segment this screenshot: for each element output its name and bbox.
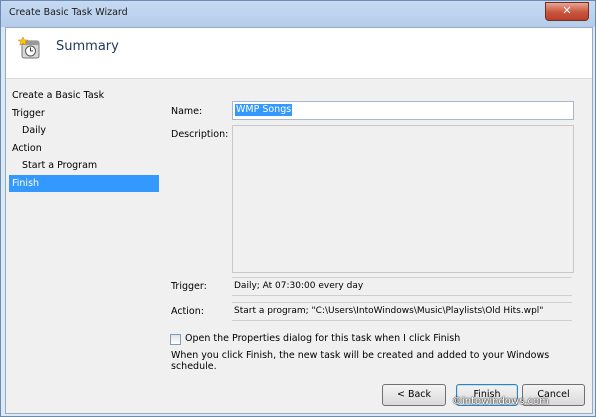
- step-label: Finish: [12, 177, 40, 189]
- task-scheduler-icon: [18, 36, 40, 59]
- step-trigger[interactable]: Trigger: [6, 105, 166, 123]
- action-field: Start a program; "C:\Users\IntoWindows\M…: [232, 302, 572, 321]
- back-button-label: < Back: [396, 389, 432, 400]
- trigger-value: Daily; At 07:30:00 every day: [234, 281, 364, 291]
- trigger-field: Daily; At 07:30:00 every day: [232, 277, 572, 296]
- description-field[interactable]: [232, 125, 574, 273]
- wizard-client-area: Summary Create a Basic Task Trigger Dail…: [5, 27, 593, 414]
- action-label: Action:: [171, 306, 204, 317]
- close-icon: ✕: [562, 4, 572, 17]
- action-value: Start a program; "C:\Users\IntoWindows\M…: [234, 306, 544, 316]
- name-label: Name:: [171, 106, 203, 117]
- page-title: Summary: [56, 39, 119, 54]
- step-label: Action: [12, 142, 42, 154]
- trigger-label: Trigger:: [171, 281, 207, 292]
- wizard-window: Create Basic Task Wizard ✕ Summary Creat…: [0, 0, 596, 417]
- step-daily[interactable]: Daily: [6, 122, 166, 140]
- step-start-a-program[interactable]: Start a Program: [6, 157, 166, 175]
- name-value: WMP Songs: [235, 104, 293, 116]
- watermark: ©intowindows.com: [452, 396, 549, 407]
- back-button[interactable]: < Back: [382, 384, 446, 406]
- step-label: Create a Basic Task: [12, 90, 105, 101]
- open-properties-checkbox[interactable]: [170, 334, 181, 345]
- description-label: Description:: [171, 129, 229, 140]
- close-button[interactable]: ✕: [545, 2, 589, 21]
- title-bar[interactable]: Create Basic Task Wizard ✕: [1, 1, 595, 27]
- step-label: Daily: [22, 125, 47, 136]
- name-field[interactable]: WMP Songs: [232, 101, 574, 120]
- wizard-step-list: Create a Basic Task Trigger Daily Action…: [6, 87, 166, 192]
- step-label: Start a Program: [22, 160, 98, 171]
- step-action[interactable]: Action: [6, 140, 166, 158]
- finish-info-text: When you click Finish, the new task will…: [171, 350, 550, 372]
- window-title: Create Basic Task Wizard: [9, 7, 128, 18]
- step-finish[interactable]: Finish: [9, 174, 159, 192]
- step-create-basic-task[interactable]: Create a Basic Task: [6, 87, 166, 105]
- step-label: Trigger: [12, 107, 45, 119]
- open-properties-checkbox-label[interactable]: Open the Properties dialog for this task…: [185, 333, 460, 344]
- wizard-header: Summary: [6, 28, 592, 79]
